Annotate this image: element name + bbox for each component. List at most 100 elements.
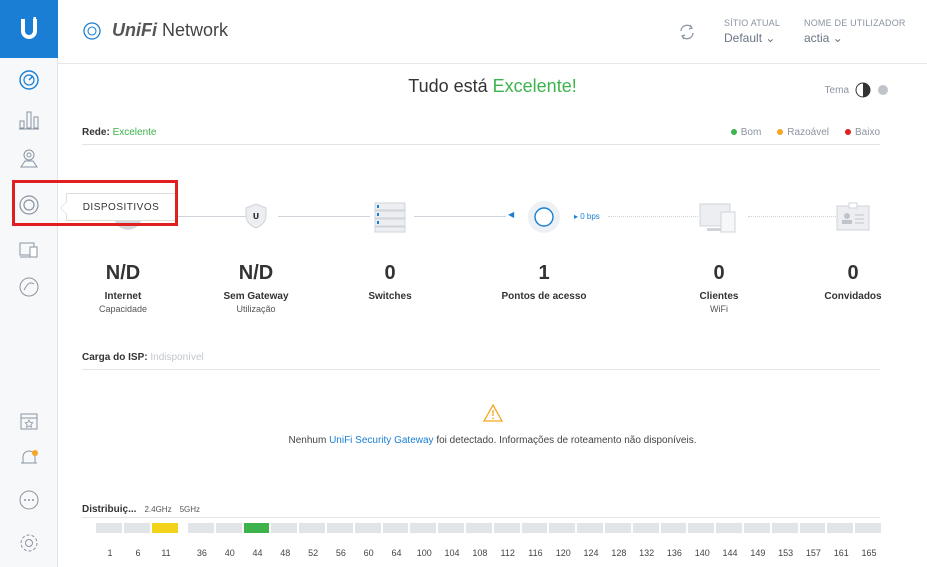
stat-sub: Capacidade	[98, 304, 148, 314]
theme-label: Tema	[824, 84, 849, 96]
channel-cell	[410, 523, 437, 533]
channel-number: 56	[335, 548, 346, 558]
channel-number: 128	[611, 548, 627, 558]
channel-number: 100	[416, 548, 432, 558]
stat-label: Sem Gateway	[223, 291, 289, 302]
channel-cell	[771, 523, 798, 533]
theme-toggle: Tema	[825, 82, 889, 98]
channel-cell	[521, 523, 548, 533]
stat-clients[interactable]: 0 Clientes WiFi	[649, 262, 789, 314]
channel-cell	[299, 523, 325, 533]
channel-number: 64	[391, 548, 402, 558]
user-selector[interactable]: NOME DE UTILIZADOR actia ⌄	[804, 18, 906, 45]
refresh-icon[interactable]	[677, 22, 697, 47]
alerts-icon[interactable]	[17, 446, 41, 470]
channel-cell	[827, 523, 854, 533]
channel-number: 104	[444, 548, 460, 558]
channel-numbers-5: 36 40 44 48 52 56 60 64 100 104 108 112 116 120 124 128…	[188, 548, 883, 558]
stat-label: Clientes	[699, 291, 739, 302]
site-selector[interactable]: SÍTIO ATUAL Default ⌄	[724, 18, 780, 45]
channel-cell	[188, 523, 214, 533]
channel-number: 48	[280, 548, 291, 558]
top-bar: UniFi Network SÍTIO ATUAL Default ⌄ NOME…	[58, 0, 927, 64]
sidebar	[0, 0, 58, 567]
chevron-down-icon: ⌄	[832, 31, 843, 45]
channel-number: 44	[252, 548, 263, 558]
switch-icon[interactable]	[374, 201, 406, 238]
topology-line	[414, 216, 506, 217]
insights-icon[interactable]	[17, 275, 41, 299]
dashboard-main: Tudo está Excelente! Tema Rede: Excelent…	[58, 64, 927, 567]
channel-cell	[577, 523, 603, 533]
usg-link[interactable]: UniFi Security Gateway	[329, 435, 433, 446]
legend-fair: Razoável	[777, 127, 829, 138]
stat-sub: Utilização	[236, 304, 276, 314]
channel-cell	[96, 523, 122, 533]
brand-title: UniFi Network	[112, 20, 229, 40]
guest-card-icon[interactable]	[836, 202, 870, 237]
ap-rate: ▸ 0 bps	[574, 212, 600, 221]
channel-cell	[438, 523, 464, 533]
channel-number: 124	[583, 548, 599, 558]
chevron-down-icon: ⌄	[765, 31, 776, 45]
channel-number: 165	[861, 548, 877, 558]
channel-cell	[493, 523, 520, 533]
channel-cell	[660, 523, 687, 533]
channel-number: 140	[694, 548, 710, 558]
clients-icon[interactable]	[17, 237, 41, 261]
channel-cell	[604, 523, 631, 533]
channel-number: 161	[833, 548, 849, 558]
channel-cell	[799, 523, 826, 533]
channel-number: 6	[135, 548, 141, 558]
stat-label: Convidados	[824, 291, 882, 302]
channel-number: 60	[363, 548, 374, 558]
channel-cell	[152, 523, 178, 533]
access-point-icon[interactable]	[527, 200, 561, 239]
dashboard-icon[interactable]	[17, 68, 41, 92]
channel-cell	[549, 523, 576, 533]
theme-light-icon[interactable]	[877, 84, 889, 96]
stat-gateway[interactable]: N/D Sem Gateway Utilização	[186, 262, 326, 314]
stat-label: Switches	[368, 291, 412, 302]
channel-number: 108	[472, 548, 488, 558]
channel-cell	[632, 523, 659, 533]
topology-line	[608, 216, 698, 217]
status-title: Tudo está Excelente!	[408, 76, 577, 96]
brand: UniFi Network	[82, 20, 228, 41]
legend-good: Bom	[730, 127, 761, 138]
warning-message: Nenhum UniFi Security Gateway foi detect…	[288, 435, 697, 446]
stat-guests[interactable]: 0 Convidados	[783, 262, 923, 304]
channel-number: 136	[666, 548, 682, 558]
stat-label: Internet	[104, 291, 142, 302]
health-legend: Bom Razoável Baixo	[730, 127, 880, 138]
user-value-row: actia ⌄	[804, 31, 843, 45]
band-5-label[interactable]: 5GHz	[180, 505, 200, 514]
channel-number: 52	[308, 548, 319, 558]
unifi-logo[interactable]	[0, 0, 58, 58]
channel-cell	[743, 523, 770, 533]
channel-number: 112	[500, 548, 515, 558]
stat-internet[interactable]: N/D Internet Capacidade	[53, 262, 193, 314]
stat-value: 0	[384, 262, 396, 284]
client-devices-icon[interactable]	[699, 202, 739, 239]
channel-number: 120	[555, 548, 571, 558]
network-header: Rede: Excelente Bom Razoável Baixo	[82, 127, 880, 145]
channel-number: 144	[722, 548, 738, 558]
stat-access-points[interactable]: 1 Pontos de acesso	[474, 262, 614, 304]
ap-left-arrow-icon: ◀	[508, 210, 515, 219]
stat-switches[interactable]: 0 Switches	[320, 262, 460, 304]
isp-load-header: Carga do ISP: Indisponível	[82, 352, 880, 370]
stat-value: N/D	[238, 262, 274, 284]
highlight-box	[12, 180, 178, 226]
channel-cell	[124, 523, 150, 533]
chat-icon[interactable]	[17, 488, 41, 512]
channel-number: 11	[161, 548, 171, 558]
events-icon[interactable]	[17, 409, 41, 433]
gateway-shield-icon[interactable]: U	[244, 203, 268, 234]
band-24-label[interactable]: 2.4GHz	[144, 505, 171, 514]
app-root: UniFi Network SÍTIO ATUAL Default ⌄ NOME…	[0, 0, 927, 567]
statistics-icon[interactable]	[17, 107, 41, 131]
theme-dark-icon[interactable]	[855, 82, 871, 98]
map-icon[interactable]	[17, 146, 41, 170]
settings-icon[interactable]	[17, 531, 41, 555]
